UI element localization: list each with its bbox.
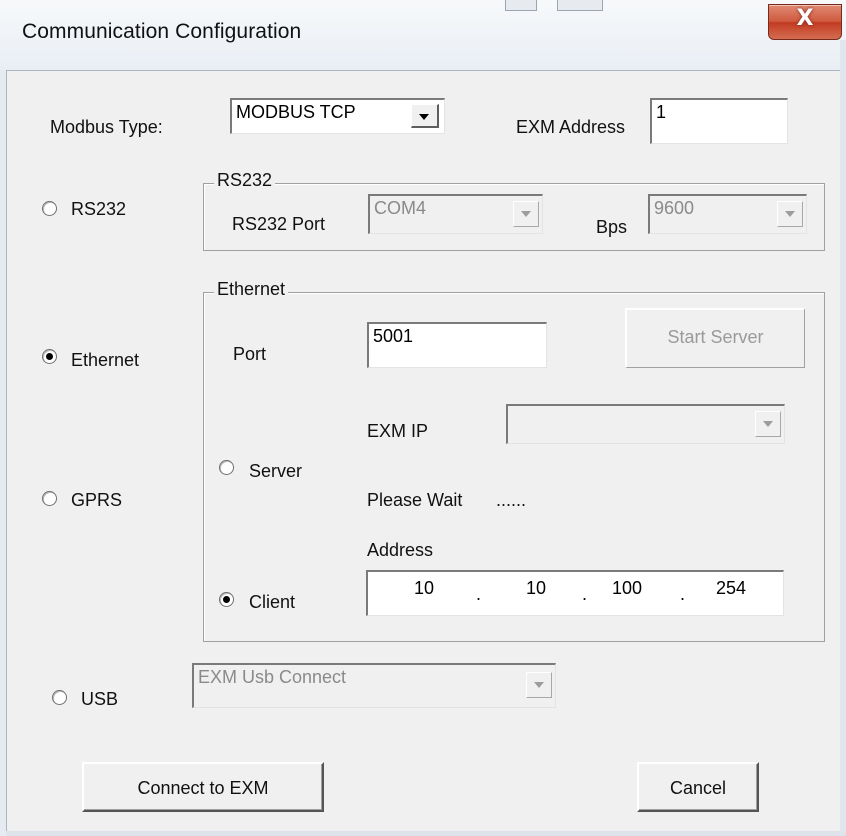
exm-address-value: 1 — [656, 102, 667, 122]
ip-octet-3[interactable]: 100 — [612, 578, 642, 599]
modbus-type-label: Modbus Type: — [50, 117, 163, 137]
rs232-group-title: RS232 — [214, 170, 276, 191]
bps-select[interactable]: 9600 — [648, 194, 807, 234]
ethernet-radio-label[interactable]: Ethernet — [71, 350, 139, 371]
ethernet-port-value: 5001 — [373, 326, 414, 346]
bps-value: 9600 — [654, 198, 695, 218]
cancel-button[interactable]: Cancel — [637, 762, 759, 812]
ip-separator: . — [476, 584, 482, 604]
rs232-port-label: RS232 Port — [232, 214, 326, 234]
exm-ip-label: EXM IP — [367, 421, 429, 441]
modbus-type-select[interactable]: MODBUS TCP — [230, 98, 445, 134]
exm-address-label: EXM Address — [516, 117, 626, 137]
ip-octet-4[interactable]: 254 — [716, 578, 746, 599]
usb-device-value: EXM Usb Connect — [198, 667, 347, 687]
server-radio-label[interactable]: Server — [249, 461, 302, 482]
please-wait-label: Please Wait — [367, 490, 463, 510]
window-title: Communication Configuration — [22, 20, 302, 43]
rs232-radio[interactable] — [42, 201, 57, 216]
window-frame-right — [840, 40, 846, 836]
chevron-down-icon[interactable] — [777, 201, 803, 227]
rs232-port-select[interactable]: COM4 — [368, 194, 543, 234]
rs232-radio-label[interactable]: RS232 — [71, 199, 126, 220]
ethernet-port-label: Port — [233, 344, 267, 364]
ip-octet-2[interactable]: 10 — [526, 578, 546, 599]
ethernet-group-title: Ethernet — [214, 279, 289, 300]
ethernet-radio[interactable] — [42, 349, 57, 364]
chevron-down-icon[interactable] — [513, 201, 539, 227]
exm-ip-select[interactable] — [506, 404, 785, 444]
modbus-type-value: MODBUS TCP — [236, 102, 356, 122]
server-radio[interactable] — [219, 460, 234, 475]
communication-configuration-dialog: Communication Configuration X Modbus Typ… — [0, 0, 846, 836]
bps-label: Bps — [596, 217, 628, 237]
chevron-down-icon[interactable] — [755, 411, 781, 437]
gprs-radio-label[interactable]: GPRS — [71, 490, 122, 511]
client-ip-address-input[interactable]: 10 . 10 . 100 . 254 — [366, 570, 784, 616]
client-radio-label[interactable]: Client — [249, 592, 295, 613]
usb-device-select[interactable]: EXM Usb Connect — [192, 663, 556, 708]
window-frame-bottom — [6, 831, 846, 836]
gprs-radio[interactable] — [42, 491, 57, 506]
usb-radio-label[interactable]: USB — [81, 689, 118, 710]
address-label: Address — [367, 540, 434, 560]
ip-octet-1[interactable]: 10 — [414, 578, 434, 599]
background-window-edge — [557, 0, 603, 11]
chevron-down-icon[interactable] — [526, 672, 552, 698]
title-bar[interactable]: Communication Configuration X — [0, 0, 846, 70]
client-area-border — [6, 70, 840, 71]
window-frame-left-edge — [6, 70, 7, 836]
rs232-port-value: COM4 — [374, 198, 427, 218]
usb-radio[interactable] — [52, 690, 67, 705]
close-icon: X — [796, 6, 814, 31]
exm-address-input[interactable]: 1 — [650, 98, 788, 144]
connect-to-exm-button[interactable]: Connect to EXM — [82, 762, 324, 812]
start-server-button[interactable]: Start Server — [625, 308, 805, 368]
close-button[interactable]: X — [768, 4, 842, 40]
wait-dots: ...... — [496, 490, 527, 510]
ip-separator: . — [582, 584, 588, 604]
chevron-down-icon[interactable] — [411, 104, 439, 128]
background-window-edge — [505, 0, 537, 11]
ip-separator: . — [680, 584, 686, 604]
ethernet-port-input[interactable]: 5001 — [367, 322, 547, 368]
client-radio[interactable] — [219, 592, 234, 607]
